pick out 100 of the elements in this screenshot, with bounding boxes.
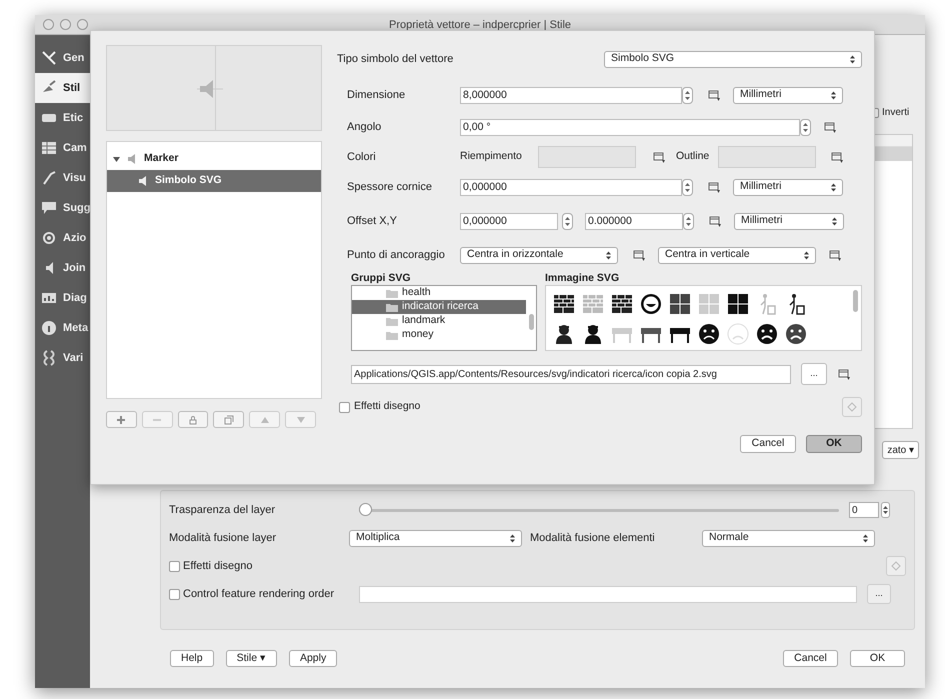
svg-group-item[interactable]: health <box>352 286 526 300</box>
data-defined-icon[interactable] <box>830 150 846 164</box>
tools-icon <box>41 50 57 66</box>
diamond-icon <box>891 561 901 571</box>
sidebar-item[interactable]: Visu <box>35 163 90 193</box>
sidebar-item[interactable]: Sugg <box>35 193 90 223</box>
down-triangle-icon <box>296 416 306 424</box>
horizontal-anchor-dropdown[interactable]: Centra in orizzontale <box>460 246 618 264</box>
spin-buttons[interactable] <box>562 212 573 230</box>
sidebar-item[interactable]: Meta <box>35 313 90 343</box>
add-layer-button[interactable] <box>106 411 137 428</box>
footer-button[interactable]: Help <box>170 650 214 667</box>
dialog-button[interactable]: Cancel <box>740 435 796 453</box>
scrollbar-thumb[interactable] <box>853 290 858 312</box>
browse-button[interactable]: ... <box>801 363 827 385</box>
svg-group-item[interactable]: landmark <box>352 314 526 328</box>
data-defined-icon[interactable] <box>707 88 723 102</box>
transparency-field[interactable]: 0 <box>849 502 879 518</box>
copy-icon <box>224 414 234 424</box>
speaker-icon <box>137 175 149 187</box>
up-down-arrows-icon <box>832 216 837 226</box>
sidebar-item[interactable]: Azio <box>35 223 90 253</box>
svg-group-item[interactable]: indicatori ricerca <box>352 300 526 314</box>
vertical-anchor-dropdown[interactable]: Centra in verticale <box>658 246 816 264</box>
footer-button[interactable]: Stile ▾ <box>226 650 277 667</box>
spin-buttons[interactable] <box>682 86 693 104</box>
symbol-type-dropdown[interactable]: Simbolo SVG <box>604 50 862 68</box>
up-down-arrows-icon <box>804 250 809 260</box>
info-icon <box>41 320 57 336</box>
fill-label: Riempimento <box>460 149 523 164</box>
sad-face-icon[interactable] <box>756 323 778 345</box>
smiley-icon[interactable] <box>640 293 662 315</box>
tile-grid-icon[interactable] <box>669 293 691 315</box>
data-defined-icon[interactable] <box>837 367 853 381</box>
fill-color-button[interactable] <box>538 146 636 168</box>
spin-buttons[interactable] <box>800 118 811 136</box>
data-defined-icon[interactable] <box>828 248 844 262</box>
window-title: Proprietà vettore – indpercprier | Stile <box>389 18 571 33</box>
footer-button[interactable]: OK <box>850 650 905 667</box>
duplicate-layer-button[interactable] <box>213 411 244 428</box>
brick-wall-icon[interactable] <box>553 293 575 315</box>
tile-grid-icon[interactable] <box>727 293 749 315</box>
minus-icon <box>152 418 162 422</box>
sidebar-item[interactable]: Stil <box>35 73 90 103</box>
sidebar-item[interactable]: Cam <box>35 133 90 163</box>
sad-face-icon[interactable] <box>698 323 720 345</box>
draw-effects-checkbox[interactable] <box>339 402 350 412</box>
angle-field[interactable]: 0,00 ° <box>460 118 800 136</box>
outline-color-button[interactable] <box>718 146 816 168</box>
brick-wall-icon[interactable] <box>611 293 633 315</box>
sidebar-item[interactable]: Join <box>35 253 90 283</box>
outline-width-unit-dropdown[interactable]: Millimetri <box>733 178 843 196</box>
mode-button[interactable]: zato ▾ <box>882 441 919 459</box>
sidebar-item[interactable]: Etic <box>35 103 90 133</box>
svg-group-item[interactable]: money <box>352 328 526 342</box>
person-icon[interactable] <box>553 323 575 345</box>
table-icon <box>41 140 57 156</box>
offset-y-field[interactable]: 0.000000 <box>585 212 683 230</box>
spin-buttons[interactable] <box>683 212 694 230</box>
sidebar-item[interactable]: Gen <box>35 43 90 73</box>
expanded-arrow-icon[interactable] <box>113 156 120 162</box>
tile-grid-icon[interactable] <box>698 293 720 315</box>
lock-button[interactable] <box>178 411 208 428</box>
sad-face-icon[interactable] <box>785 323 807 345</box>
bracket-icon <box>41 350 57 366</box>
tree-item[interactable]: Simbolo SVG <box>107 170 321 192</box>
brush-icon <box>41 170 57 186</box>
offset-unit-dropdown[interactable]: Millimetri <box>734 212 844 230</box>
speech-bubble-icon <box>41 200 57 216</box>
size-field[interactable]: 8,000000 <box>460 86 682 104</box>
rendering-order-field[interactable] <box>359 586 857 602</box>
data-defined-icon[interactable] <box>652 150 668 164</box>
scrollbar-thumb[interactable] <box>529 314 534 330</box>
offset-x-field[interactable]: 0,000000 <box>460 212 558 230</box>
rendering-order-button[interactable]: ... <box>867 584 891 604</box>
size-unit-dropdown[interactable]: Millimetri <box>733 86 843 104</box>
spin-buttons[interactable] <box>682 178 693 196</box>
lock-icon <box>188 414 198 424</box>
draw-effects-checkbox[interactable] <box>169 560 180 572</box>
transparency-slider[interactable] <box>359 504 839 516</box>
svg-path-field[interactable]: Applications/QGIS.app/Contents/Resources/svg/indicatori ricerca/icon copia 2.svg <box>351 364 791 384</box>
rendering-order-checkbox[interactable] <box>169 588 180 600</box>
person-icon[interactable] <box>582 323 604 345</box>
sidebar-item[interactable]: Diag <box>35 283 90 313</box>
footer-button[interactable]: Apply <box>288 650 338 667</box>
tree-item[interactable]: Marker <box>107 148 321 170</box>
dialog-button[interactable]: OK <box>806 435 862 453</box>
spin-buttons[interactable] <box>881 502 890 518</box>
data-defined-icon[interactable] <box>708 214 724 228</box>
data-defined-icon[interactable] <box>823 120 839 134</box>
footer-button[interactable]: Cancel <box>783 650 838 667</box>
data-defined-icon[interactable] <box>707 180 723 194</box>
draw-effects-label: Effetti disegno <box>354 399 420 414</box>
layer-blend-dropdown[interactable]: Moltiplica <box>349 530 522 546</box>
sidebar-item[interactable]: Vari <box>35 343 90 373</box>
up-down-arrows-icon <box>606 250 611 260</box>
outline-width-field[interactable]: 0,000000 <box>460 178 682 196</box>
data-defined-icon[interactable] <box>632 248 648 262</box>
feature-blend-dropdown[interactable]: Normale <box>702 530 875 546</box>
angle-label: Angolo <box>347 120 382 135</box>
